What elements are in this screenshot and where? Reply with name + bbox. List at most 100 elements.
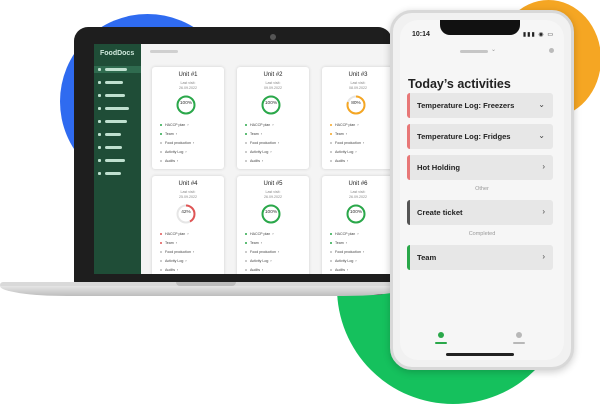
unit-link[interactable]: HACCP plan › <box>160 123 189 127</box>
unit-link[interactable]: Team › <box>245 132 262 136</box>
breadcrumb[interactable] <box>150 50 178 53</box>
unit-link[interactable]: Food production › <box>245 141 279 145</box>
tab-profile-icon[interactable] <box>516 332 522 338</box>
unit-title: Unit #6 <box>348 181 368 187</box>
chevron-right-icon: › <box>177 159 179 163</box>
unit-title: Unit #4 <box>178 181 198 187</box>
unit-link-label: Food production <box>165 250 191 254</box>
unit-link[interactable]: Activity Log › <box>330 259 357 263</box>
unit-link[interactable]: Audits › <box>330 159 348 163</box>
unit-link[interactable]: HACCP plan › <box>330 123 359 127</box>
unit-link[interactable]: Food production › <box>160 141 194 145</box>
unit-card[interactable]: Unit #6 Last visit: 26.09.2022 100% HACCP pl… <box>322 176 392 274</box>
chevron-right-icon: › <box>277 250 280 254</box>
sidebar-item-label <box>105 172 121 175</box>
last-visit-label: Last visit: <box>350 190 366 194</box>
unit-link[interactable]: Activity Log › <box>160 150 187 154</box>
activity-item[interactable]: Team › <box>407 245 553 270</box>
chevron-right-icon[interactable]: › <box>542 252 545 261</box>
unit-link[interactable]: HACCP plan › <box>245 232 274 236</box>
unit-card[interactable]: Unit #4 Last visit: 25.09.2022 42% HACCP pla… <box>152 176 224 274</box>
chevron-right-icon: › <box>272 123 274 127</box>
chevron-down-icon[interactable]: ⌄ <box>538 100 545 109</box>
unit-link[interactable]: Team › <box>330 241 347 245</box>
section-completed-label: Completed <box>468 231 496 237</box>
chevron-right-icon: › <box>357 232 359 236</box>
unit-link[interactable]: Team › <box>160 241 177 245</box>
unit-link[interactable]: Team › <box>160 132 177 136</box>
unit-link[interactable]: Food production › <box>330 250 364 254</box>
sidebar-item[interactable] <box>98 118 127 125</box>
unit-card[interactable]: Unit #3 Last visit: 08.09.2022 80% HACCP pla… <box>322 67 392 169</box>
unit-link[interactable]: Team › <box>245 241 262 245</box>
unit-link[interactable]: Team › <box>330 132 347 136</box>
location-selector[interactable] <box>460 50 488 53</box>
chevron-right-icon: › <box>355 259 357 263</box>
activity-item[interactable]: Temperature Log: Freezers ⌄ <box>407 93 553 118</box>
unit-link[interactable]: Activity Log › <box>160 259 187 263</box>
chevron-right-icon: › <box>192 141 195 145</box>
chevron-right-icon[interactable]: › <box>542 162 545 171</box>
chevron-right-icon: › <box>187 232 189 236</box>
unit-card[interactable]: Unit #1 Last visit: 26.09.2022 100% HACCP pl… <box>152 67 224 169</box>
sidebar-item-icon <box>98 159 101 162</box>
unit-link[interactable]: Audits › <box>245 159 263 163</box>
activity-item[interactable]: Hot Holding › <box>407 155 553 180</box>
sidebar-item[interactable] <box>94 66 141 73</box>
status-dot-icon <box>160 160 162 162</box>
unit-link-label: Team <box>165 241 174 245</box>
last-visit-date: 08.09.2022 <box>349 86 367 90</box>
last-visit-date: 09.09.2022 <box>264 86 282 90</box>
last-visit-date: 26.09.2022 <box>179 86 197 90</box>
sidebar-item[interactable] <box>98 157 125 164</box>
last-visit-label: Last visit: <box>180 190 196 194</box>
unit-link[interactable]: Activity Log › <box>330 150 357 154</box>
chevron-down-icon[interactable]: ⌄ <box>491 46 496 53</box>
unit-link[interactable]: HACCP plan › <box>160 232 189 236</box>
status-dot-icon <box>160 142 162 144</box>
unit-link[interactable]: Activity Log › <box>245 259 272 263</box>
sidebar-item[interactable] <box>98 79 123 86</box>
chevron-right-icon: › <box>185 259 187 263</box>
unit-link-label: Team <box>335 132 344 136</box>
chevron-right-icon[interactable]: › <box>542 207 545 216</box>
settings-icon[interactable] <box>549 48 554 53</box>
sidebar-item-icon <box>98 172 101 175</box>
sidebar: FoodDocs <box>94 44 141 274</box>
status-dot-icon <box>160 242 162 244</box>
sidebar-item[interactable] <box>98 170 121 177</box>
activity-status-stripe <box>407 124 410 149</box>
unit-link[interactable]: Audits › <box>160 159 178 163</box>
unit-link-label: Food production <box>335 141 361 145</box>
tab-activities-icon[interactable] <box>438 332 444 338</box>
unit-link-label: HACCP plan <box>165 123 186 127</box>
status-dot-icon <box>160 233 162 235</box>
unit-link[interactable]: HACCP plan › <box>245 123 274 127</box>
sidebar-item[interactable] <box>98 105 129 112</box>
activity-item[interactable]: Create ticket › <box>407 200 553 225</box>
unit-card[interactable]: Unit #5 Last visit: 26.09.2022 100% HACCP pl… <box>237 176 309 274</box>
unit-link[interactable]: Activity Log › <box>245 150 272 154</box>
status-dot-icon <box>330 151 332 153</box>
sidebar-item[interactable] <box>98 92 125 99</box>
status-dot-icon <box>160 269 162 271</box>
sidebar-item-icon <box>98 68 101 71</box>
activity-label: Hot Holding <box>417 163 461 172</box>
unit-link[interactable]: HACCP plan › <box>330 232 359 236</box>
home-indicator <box>446 353 514 356</box>
unit-link[interactable]: Food production › <box>330 141 364 145</box>
activity-item[interactable]: Temperature Log: Fridges ⌄ <box>407 124 553 149</box>
sidebar-item[interactable] <box>98 144 122 151</box>
unit-link-label: Team <box>250 132 259 136</box>
unit-link-label: HACCP plan <box>250 123 271 127</box>
unit-link[interactable]: Food production › <box>245 250 279 254</box>
chevron-down-icon[interactable]: ⌄ <box>538 131 545 140</box>
activity-label: Create ticket <box>417 208 463 217</box>
sidebar-item[interactable] <box>98 131 121 138</box>
unit-card[interactable]: Unit #2 Last visit: 09.09.2022 100% HACCP pl… <box>237 67 309 169</box>
unit-link[interactable]: Audits › <box>245 268 263 272</box>
status-dot-icon <box>160 251 162 253</box>
unit-link[interactable]: Food production › <box>160 250 194 254</box>
unit-link[interactable]: Audits › <box>160 268 178 272</box>
unit-link[interactable]: Audits › <box>330 268 348 272</box>
